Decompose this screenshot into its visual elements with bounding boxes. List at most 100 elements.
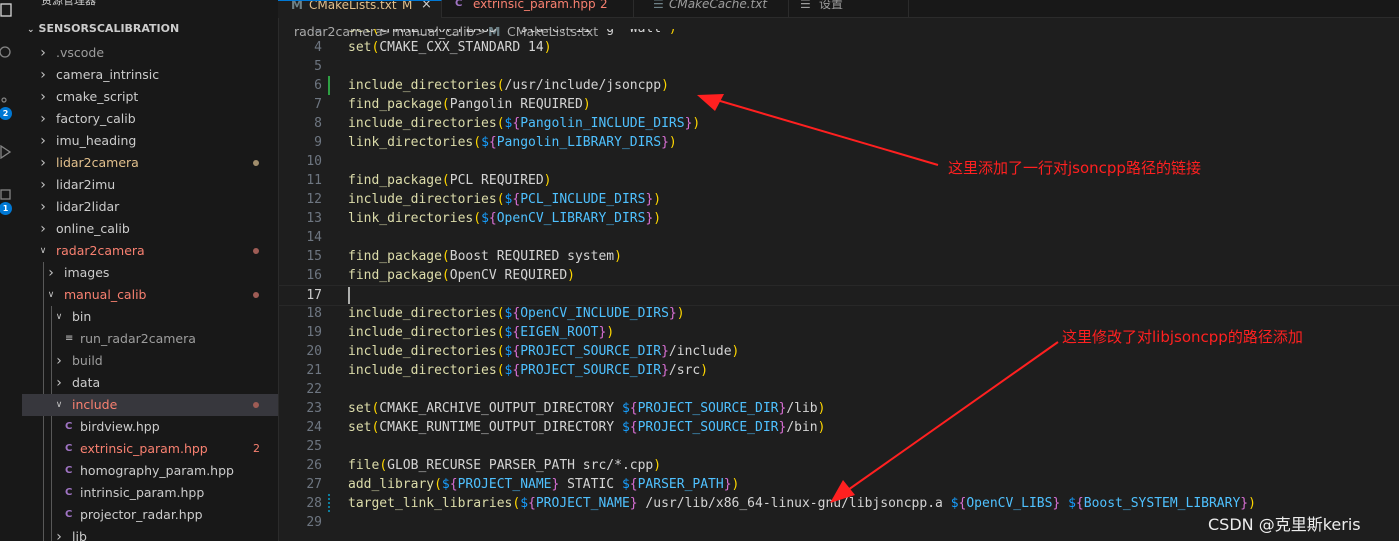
tree-item[interactable]: ∨ bin <box>22 306 278 328</box>
code-text: include_directories(${EIGEN_ROOT}) <box>348 325 615 340</box>
tree-item-label: extrinsic_param.hpp <box>80 441 208 456</box>
line-number: 23 <box>306 401 322 416</box>
tree-item[interactable]: › online_calib <box>22 218 278 240</box>
line-number: 13 <box>306 211 322 226</box>
chevron-right-icon: › <box>40 133 46 149</box>
code-line[interactable]: 13 link_directories(${OpenCV_LIBRARY_DIRS… <box>278 209 1399 228</box>
explorer-icon[interactable] <box>0 2 14 17</box>
code-line[interactable]: 26 file(GLOB_RECURSE PARSER_PATH src/*.cp… <box>278 456 1399 475</box>
code-line[interactable]: 14 <box>278 228 1399 247</box>
code-line[interactable]: 4 set(CMAKE_CXX_STANDARD 14) <box>278 38 1399 57</box>
code-line[interactable]: 7 find_package(Pangolin REQUIRED) <box>278 95 1399 114</box>
editor-tabs: M CMakeLists.txt M × C extrinsic_param.h… <box>278 0 1399 18</box>
code-line[interactable]: 10 <box>278 152 1399 171</box>
tree-item[interactable]: Cintrinsic_param.hpp <box>22 482 278 504</box>
tree-item-label: lidar2lidar <box>56 199 120 214</box>
tree-item[interactable]: › lidar2camera <box>22 152 278 174</box>
tab-cmakelists[interactable]: M CMakeLists.txt M × <box>278 0 442 18</box>
cpp-file-icon: C <box>65 509 73 520</box>
search-icon[interactable] <box>0 44 14 58</box>
code-line[interactable]: 27 add_library(${PROJECT_NAME} STATIC ${P… <box>278 475 1399 494</box>
code-line[interactable]: 23 set(CMAKE_ARCHIVE_OUTPUT_DIRECTORY ${P… <box>278 399 1399 418</box>
cmake-file-icon: M <box>291 0 303 12</box>
tree-item[interactable]: ∨ manual_calib <box>22 284 278 306</box>
chevron-right-icon: › <box>40 177 46 193</box>
code-line[interactable]: 15 find_package(Boost REQUIRED system) <box>278 247 1399 266</box>
tree-item[interactable]: ≡ run_radar2camera <box>22 328 278 350</box>
more-actions-button[interactable]: ··· <box>246 0 262 6</box>
code-line[interactable]: 17 <box>278 285 1399 306</box>
workspace-root[interactable]: ⌄ SENSORSCALIBRATION <box>27 22 179 35</box>
tree-item[interactable]: Cextrinsic_param.hpp 2 <box>22 438 278 460</box>
tree-item[interactable]: › cmake_script <box>22 86 278 108</box>
tree-item[interactable]: › imu_heading <box>22 130 278 152</box>
tree-item[interactable]: › lidar2imu <box>22 174 278 196</box>
run-debug-icon[interactable] <box>0 144 14 160</box>
code-line[interactable]: 21 include_directories(${PROJECT_SOURCE_D… <box>278 361 1399 380</box>
chevron-right-icon: › <box>40 199 46 215</box>
code-line[interactable]: 6 include_directories(/usr/include/jsoncp… <box>278 76 1399 95</box>
tree-item[interactable]: ∨ include <box>22 394 278 416</box>
tree-item-label: homography_param.hpp <box>80 463 234 478</box>
source-control-badge: 2 <box>0 107 12 120</box>
close-icon[interactable]: × <box>421 1 432 11</box>
code-line[interactable]: 9 link_directories(${Pangolin_LIBRARY_DIR… <box>278 133 1399 152</box>
tree-item[interactable]: › .vscode <box>22 42 278 64</box>
cpp-file-icon: C <box>455 0 463 9</box>
line-number: 21 <box>306 363 322 378</box>
code-line[interactable]: 24 set(CMAKE_RUNTIME_OUTPUT_DIRECTORY ${P… <box>278 418 1399 437</box>
tree-item-label: online_calib <box>56 221 130 236</box>
tree-item-label: imu_heading <box>56 133 137 148</box>
tree-item[interactable]: Cprojector_radar.hpp <box>22 504 278 526</box>
tab-settings[interactable]: ☰ 设置 <box>788 0 909 17</box>
code-line[interactable]: 22 <box>278 380 1399 399</box>
code-text: set(CMAKE_CXX_STANDARD 14) <box>348 40 552 55</box>
code-text: include_directories(${OpenCV_INCLUDE_DIR… <box>348 306 685 321</box>
line-number: 20 <box>306 344 322 359</box>
code-line[interactable]: 5 <box>278 57 1399 76</box>
problem-count: 2 <box>253 442 260 455</box>
tree-item[interactable]: › data <box>22 372 278 394</box>
tree-item[interactable]: ∨ radar2camera <box>22 240 278 262</box>
code-text: include_directories(${Pangolin_INCLUDE_D… <box>348 116 701 131</box>
code-line[interactable]: 18 include_directories(${OpenCV_INCLUDE_D… <box>278 304 1399 323</box>
line-number: 10 <box>306 154 322 169</box>
tab-extrinsic-param[interactable]: C extrinsic_param.hpp 2 <box>441 0 634 17</box>
tree-item[interactable]: › lib <box>22 526 278 541</box>
code-line[interactable]: 25 <box>278 437 1399 456</box>
file-icon: ☰ <box>653 0 664 11</box>
line-number: 14 <box>306 230 322 245</box>
code-text: include_directories(${PCL_INCLUDE_DIRS}) <box>348 192 662 207</box>
line-number: 25 <box>306 439 322 454</box>
tree-item[interactable]: › lidar2lidar <box>22 196 278 218</box>
code-text: find_package(Pangolin REQUIRED) <box>348 97 591 112</box>
code-line[interactable]: 8 include_directories(${Pangolin_INCLUDE_… <box>278 114 1399 133</box>
text-cursor <box>348 287 350 304</box>
code-text: find_package(Boost REQUIRED system) <box>348 249 622 264</box>
code-text: link_directories(${Pangolin_LIBRARY_DIRS… <box>348 135 677 150</box>
tree-item[interactable]: › build <box>22 350 278 372</box>
annotation-text: 这里添加了一行对jsoncpp路径的链接 <box>948 159 1201 177</box>
code-line[interactable]: 3 set(CMAKE_CXX_FLAGS "-std=c++11 -g -Wal… <box>278 29 1399 38</box>
chevron-right-icon: › <box>40 45 46 61</box>
chevron-down-icon: ∨ <box>47 290 55 300</box>
annotation-text: 这里修改了对libjsoncpp的路径添加 <box>1062 328 1303 346</box>
tree-item-label: manual_calib <box>64 287 147 302</box>
tree-item[interactable]: Cbirdview.hpp <box>22 416 278 438</box>
tree-item-label: .vscode <box>56 45 105 60</box>
tab-cmakecache[interactable]: ☰ CMakeCache.txt <box>633 0 789 17</box>
cpp-file-icon: C <box>65 421 73 432</box>
code-line[interactable]: 16 find_package(OpenCV REQUIRED) <box>278 266 1399 285</box>
tree-item[interactable]: › factory_calib <box>22 108 278 130</box>
tree-item[interactable]: › camera_intrinsic <box>22 64 278 86</box>
tree-item[interactable]: › images <box>22 262 278 284</box>
tree-item[interactable]: Chomography_param.hpp <box>22 460 278 482</box>
tab-modified-indicator: M <box>402 0 413 12</box>
tab-label: CMakeCache.txt <box>669 0 768 11</box>
extensions-icon[interactable] <box>0 188 14 202</box>
code-line[interactable]: 11 find_package(PCL REQUIRED) <box>278 171 1399 190</box>
code-editor[interactable]: 3 set(CMAKE_CXX_FLAGS "-std=c++11 -g -Wal… <box>278 29 1399 541</box>
tree-item-label: radar2camera <box>56 243 145 258</box>
code-text: set(CMAKE_CXX_FLAGS "-std=c++11 -g -Wall… <box>348 29 677 38</box>
code-line[interactable]: 12 include_directories(${PCL_INCLUDE_DIRS… <box>278 190 1399 209</box>
